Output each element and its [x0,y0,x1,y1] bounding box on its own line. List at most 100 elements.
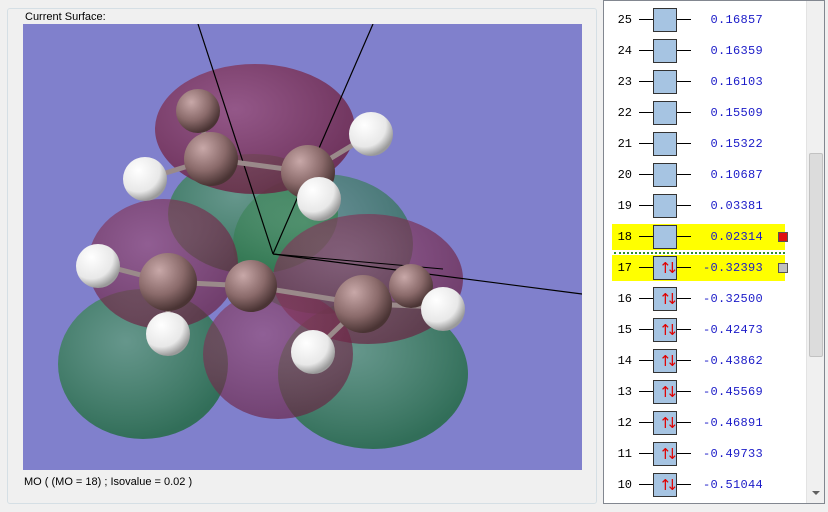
carbon-atom [225,260,277,312]
mo-row-22[interactable]: 22 0.15509 [604,99,808,127]
spin-down-icon: ↓ [666,290,679,308]
mo-row-24[interactable]: 24 0.16359 [604,37,808,65]
level-line [677,112,691,113]
orbital-box[interactable] [653,225,677,249]
level-line [639,267,653,268]
level-line [639,174,653,175]
level-line [677,267,691,268]
mo-row-23[interactable]: 23 0.16103 [604,68,808,96]
mo-number: 16 [617,292,632,306]
mo-number: 18 [617,230,632,244]
orbital-box[interactable]: ↑ ↓ [653,349,679,373]
mo-number: 19 [617,199,632,213]
level-line [677,391,691,392]
level-line [677,298,691,299]
orbital-box[interactable] [653,39,677,63]
orbital-box[interactable]: ↑ ↓ [653,380,679,404]
orbital-box[interactable] [653,101,677,125]
surface-marker[interactable] [778,232,788,242]
orbital-box[interactable]: ↑ ↓ [653,411,679,435]
hydrogen-atom [349,112,393,156]
mo-energy: 0.16857 [710,13,763,27]
mo-energy: 0.10687 [710,168,763,182]
level-line [639,422,653,423]
level-line [639,453,653,454]
level-line [677,143,691,144]
spin-down-icon: ↓ [666,445,679,463]
mo-energy-list[interactable]: 25 0.16857 24 0.16359 23 0.16103 22 0.15509 21 0.… [603,0,825,504]
mo-energy: -0.42473 [702,323,763,337]
level-line [677,360,691,361]
mo-row-17[interactable]: 17 ↑ ↓ -0.32393 [604,254,808,282]
surface-marker[interactable] [778,263,788,273]
mo-row-11[interactable]: 11 ↑ ↓ -0.49733 [604,440,808,468]
level-line [639,298,653,299]
mo-caption: MO ( (MO = 18) ; Isovalue = 0.02 ) [24,476,193,488]
orbital-box[interactable] [653,132,677,156]
mo-number: 25 [617,13,632,27]
mo-row-25[interactable]: 25 0.16857 [604,6,808,34]
orbital-box[interactable]: ↑ ↓ [653,287,679,311]
mo-energy: -0.32393 [702,261,763,275]
orbital-box[interactable] [653,70,677,94]
mo-row-10[interactable]: 10 ↑ ↓ -0.51044 [604,471,808,499]
orbital-box[interactable]: ↑ ↓ [653,442,679,466]
mo-row-18[interactable]: 18 0.02314 [604,223,808,251]
scroll-thumb[interactable] [809,153,823,357]
mo-number: 20 [617,168,632,182]
mo-number: 13 [617,385,632,399]
molecule-viewport[interactable] [23,24,582,470]
mo-energy: -0.46891 [702,416,763,430]
scroll-down-icon[interactable] [812,491,820,495]
level-line [639,50,653,51]
spin-down-icon: ↓ [666,414,679,432]
level-line [677,236,691,237]
level-line [677,174,691,175]
level-line [639,19,653,20]
level-line [677,329,691,330]
mo-row-14[interactable]: 14 ↑ ↓ -0.43862 [604,347,808,375]
mo-number: 11 [617,447,632,461]
mo-surface-render [58,24,582,449]
spin-down-icon: ↓ [666,352,679,370]
mo-number: 24 [617,44,632,58]
level-line [677,19,691,20]
spin-down-icon: ↓ [666,321,679,339]
level-line [639,205,653,206]
mo-number: 15 [617,323,632,337]
mo-row-19[interactable]: 19 0.03381 [604,192,808,220]
spin-down-icon: ↓ [666,383,679,401]
orbital-box[interactable]: ↑ ↓ [653,473,679,497]
orbital-box[interactable] [653,194,677,218]
level-line [639,484,653,485]
level-line [639,143,653,144]
orbital-box[interactable] [653,163,677,187]
mo-row-13[interactable]: 13 ↑ ↓ -0.45569 [604,378,808,406]
level-line [639,236,653,237]
mo-row-15[interactable]: 15 ↑ ↓ -0.42473 [604,316,808,344]
orbital-box[interactable]: ↑ ↓ [653,318,679,342]
mo-energy: 0.15322 [710,137,763,151]
mo-energy: -0.49733 [702,447,763,461]
level-line [639,81,653,82]
hydrogen-atom [297,177,341,221]
mo-energy: -0.43862 [702,354,763,368]
carbon-atom [139,253,197,311]
homo-lumo-separator [614,252,785,254]
level-line [639,360,653,361]
mo-energy: 0.15509 [710,106,763,120]
orbital-box[interactable]: ↑ ↓ [653,256,679,280]
mo-row-12[interactable]: 12 ↑ ↓ -0.46891 [604,409,808,437]
mo-energy: -0.45569 [702,385,763,399]
mo-row-21[interactable]: 21 0.15322 [604,130,808,158]
level-line [639,391,653,392]
spin-down-icon: ↓ [666,476,679,494]
mo-number: 22 [617,106,632,120]
orbital-box[interactable] [653,8,677,32]
level-line [677,453,691,454]
mo-number: 10 [617,478,632,492]
mo-row-16[interactable]: 16 ↑ ↓ -0.32500 [604,285,808,313]
hydrogen-atom [76,244,120,288]
mo-list-scrollbar[interactable] [806,1,824,503]
mo-row-20[interactable]: 20 0.10687 [604,161,808,189]
